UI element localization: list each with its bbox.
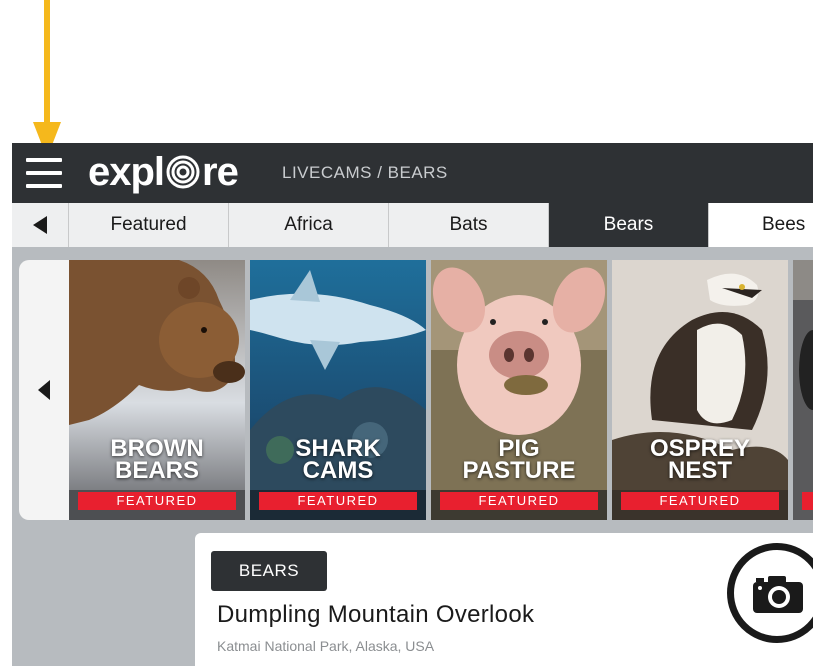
snapshot-camera-button[interactable]: [727, 543, 813, 643]
featured-badge: FEATURED: [440, 492, 598, 510]
card-title-line2: CAMS: [302, 457, 374, 484]
logo-text-right: re: [202, 149, 239, 194]
logo-swirl-icon: [166, 155, 200, 189]
cam-card-partial[interactable]: [793, 260, 813, 520]
card-title: OSPREY NEST: [612, 437, 788, 484]
camera-icon: [753, 576, 803, 613]
tab-bees[interactable]: Bees: [709, 203, 813, 247]
cam-card-osprey-nest[interactable]: OSPREY NEST FEATURED: [612, 260, 788, 520]
cam-card-brown-bears[interactable]: BROWN BEARS FEATURED: [69, 260, 245, 520]
tab-bears[interactable]: Bears: [549, 203, 709, 247]
explore-logo[interactable]: expl re: [88, 149, 239, 195]
tab-label: Bats: [449, 214, 488, 235]
annotation-arrow-icon: [33, 0, 61, 158]
featured-badge: FEATURED: [78, 492, 236, 510]
tab-featured[interactable]: Featured: [69, 203, 229, 247]
card-title: PIG PASTURE: [431, 437, 607, 484]
cam-title: Dumpling Mountain Overlook: [217, 601, 535, 628]
carousel-previous-button[interactable]: [19, 260, 69, 520]
triangle-left-icon: [38, 380, 50, 400]
featured-badge: FEATURED: [259, 492, 417, 510]
tab-label: Bees: [762, 214, 806, 235]
logo-text-left: expl: [88, 149, 165, 194]
breadcrumb-text: LIVECAMS / BEARS: [282, 163, 448, 182]
card-title-line2: PASTURE: [462, 457, 576, 484]
top-bar: expl re LIVECAMS / BEARS: [12, 143, 813, 203]
category-tabs: Featured Africa Bats Bears Bees: [12, 203, 813, 247]
card-title: SHARK CAMS: [250, 437, 426, 484]
app-window: expl re LIVECAMS / BEARS Featured Africa…: [12, 143, 813, 666]
category-tag-button[interactable]: BEARS: [211, 551, 327, 591]
cam-card-pig-pasture[interactable]: PIG PASTURE FEATURED: [431, 260, 607, 520]
tab-africa[interactable]: Africa: [229, 203, 389, 247]
featured-badge: FEATURED: [621, 492, 779, 510]
tab-label: Bears: [603, 214, 654, 235]
tab-bats[interactable]: Bats: [389, 203, 549, 247]
triangle-left-icon: [33, 216, 47, 234]
hamburger-menu-icon[interactable]: [26, 158, 62, 190]
card-title-line2: NEST: [667, 457, 732, 484]
tabs-scroll-left-button[interactable]: [12, 203, 69, 247]
cam-card-shark-cams[interactable]: SHARK CAMS FEATURED: [250, 260, 426, 520]
card-title: BROWN BEARS: [69, 437, 245, 484]
card-title-line2: BEARS: [114, 457, 199, 484]
cam-detail-panel: BEARS Dumpling Mountain Overlook Katmai …: [195, 533, 813, 666]
tab-label: Featured: [110, 214, 187, 235]
breadcrumb: LIVECAMS / BEARS: [282, 163, 448, 183]
tab-label: Africa: [284, 214, 333, 235]
cam-thumbnail-image: [793, 260, 813, 520]
cam-location: Katmai National Park, Alaska, USA: [217, 638, 435, 654]
